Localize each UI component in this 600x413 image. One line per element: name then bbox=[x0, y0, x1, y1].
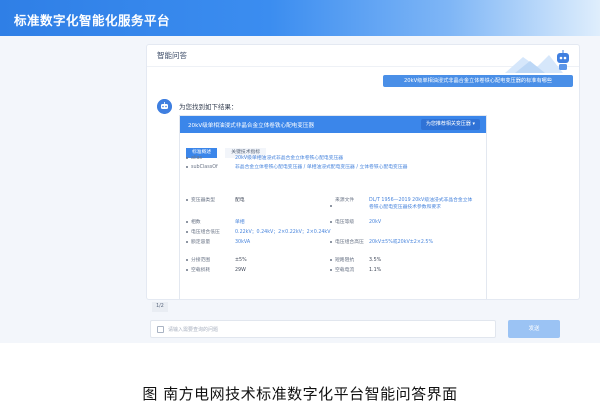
list-item: 电压组合高压 20kV±5%或20kV±2×2.5% bbox=[330, 240, 482, 247]
answer-intro: 为您找到如下结果： bbox=[179, 103, 238, 111]
list-item: subClassOf 非晶合金立体卷铁心配电变压器 / 单相油浸式配电变压器 / … bbox=[186, 165, 482, 172]
figure-caption: 图 南方电网技术标准数字化平台智能问答界面 bbox=[142, 385, 458, 403]
result-card: 20kV级单相油浸式非晶合金立体卷铁心配电变压器 为您推荐相关变压器 ▾ 标准概… bbox=[179, 115, 487, 299]
page-indicator[interactable]: 1/2 bbox=[152, 302, 168, 312]
result-tabs: 标准概述 关键技术指标 bbox=[186, 138, 269, 158]
related-transformer-dropdown[interactable]: 为您推荐相关变压器 ▾ bbox=[420, 119, 480, 130]
list-item: 短路阻抗 3.5% bbox=[330, 258, 381, 265]
list-item: 来源文件 DL/T 1956—2019 20kV级油浸式非晶合金立体卷铁心配电变压… bbox=[330, 198, 482, 211]
robot-icon bbox=[157, 99, 172, 114]
input-placeholder: 请输入需要查询的问题 bbox=[168, 327, 219, 333]
question-input[interactable]: 请输入需要查询的问题 bbox=[150, 320, 496, 338]
header-decoration-robot-icon bbox=[505, 50, 569, 73]
list-item: 相数 单相 bbox=[186, 220, 245, 227]
app-title: 标准数字化智能化服务平台 bbox=[14, 13, 171, 28]
list-item: 额定容量 30kVA bbox=[186, 240, 250, 247]
result-header: 20kV级单相油浸式非晶合金立体卷铁心配电变压器 为您推荐相关变压器 ▾ bbox=[180, 116, 486, 133]
result-title: 20kV级单相油浸式非晶合金立体卷铁心配电变压器 bbox=[188, 123, 315, 129]
list-item: 分接范围 ±5% bbox=[186, 258, 247, 265]
list-item: 空载电流 1.1% bbox=[330, 268, 381, 275]
chat-panel: 智能问答 20kV级单相油浸式非晶合金立体卷铁心配电变压器的标准有哪些 为您找到… bbox=[146, 44, 580, 300]
list-item: 电压等级 20kV bbox=[330, 220, 381, 227]
send-button[interactable]: 发送 bbox=[508, 320, 560, 338]
app-window: 标准数字化智能化服务平台 智能问答 20kV级单相油浸式非晶合金立体卷铁心配电变… bbox=[0, 0, 600, 343]
list-item: 电压组合低压 0.22kV；0.24kV；2×0.22kV；2×0.24kV bbox=[186, 230, 331, 237]
user-question-bubble: 20kV级单相油浸式非晶合金立体卷铁心配电变压器的标准有哪些 bbox=[383, 75, 573, 87]
list-item: 变压器类型 配电 bbox=[186, 198, 245, 205]
panel-title: 智能问答 bbox=[157, 51, 187, 60]
list-item: 空载损耗 29W bbox=[186, 268, 246, 275]
chat-icon bbox=[157, 326, 164, 333]
list-item: alias 20kV级单相油浸式非晶合金立体卷铁心配电变压器 bbox=[186, 156, 343, 163]
top-bar: 标准数字化智能化服务平台 bbox=[0, 0, 600, 36]
